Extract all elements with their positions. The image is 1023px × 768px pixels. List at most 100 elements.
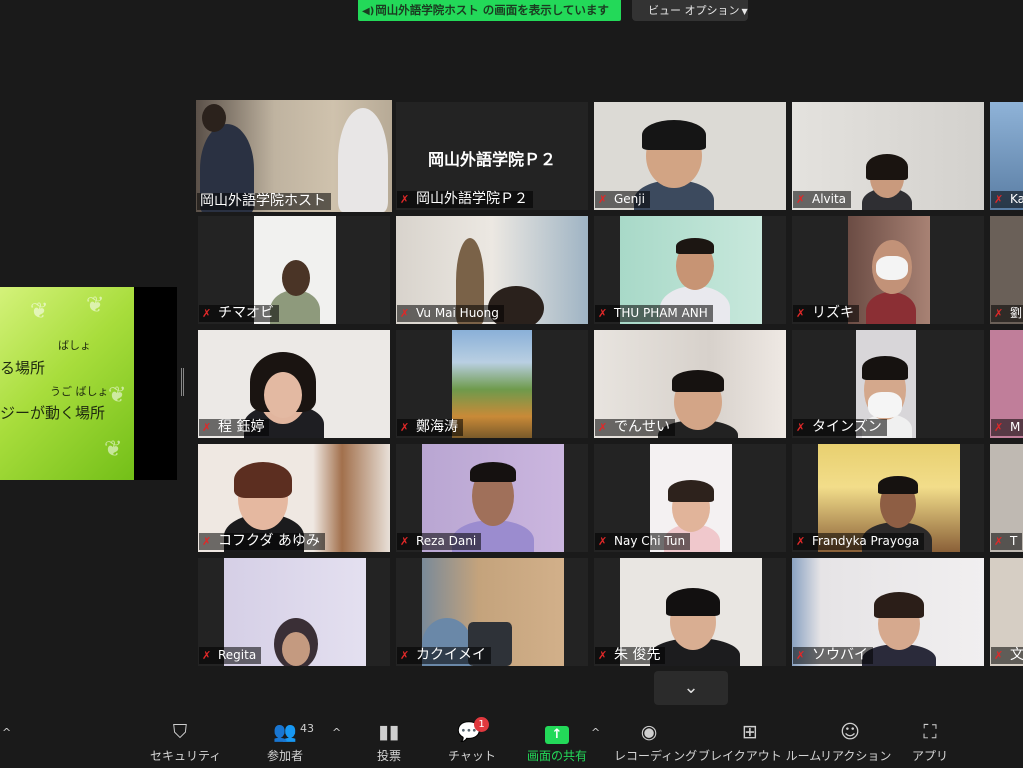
- muted-mic-icon: ✗: [994, 535, 1004, 548]
- person-silhouette: [866, 292, 916, 324]
- butterfly-decoration-icon: ❦: [86, 293, 105, 318]
- participant-tile[interactable]: ✗ Genji: [594, 102, 786, 210]
- participant-tile[interactable]: ✗ 文: [990, 558, 1023, 666]
- participant-name-tag: 岡山外語学院ホスト: [197, 193, 331, 210]
- muted-mic-icon: ✗: [598, 535, 608, 548]
- participant-name-tag: ✗ Vu Mai Huong: [397, 305, 504, 322]
- muted-mic-icon: ✗: [598, 649, 608, 662]
- participant-name: M: [1010, 420, 1021, 434]
- participant-tile[interactable]: ✗ Vu Mai Huong: [396, 216, 588, 324]
- person-silhouette: [470, 462, 516, 482]
- security-button[interactable]: ⛉ セキュリティ: [150, 720, 221, 764]
- view-options-label: ビュー オプション: [648, 4, 740, 17]
- person-silhouette: [264, 372, 302, 418]
- person-silhouette: [668, 480, 714, 502]
- participant-name-tag: ✗ コフクダ あゆみ: [199, 533, 325, 550]
- participant-tile[interactable]: ✗ THU PHAM ANH: [594, 216, 786, 324]
- muted-mic-icon: ✗: [796, 649, 806, 662]
- participant-name: Ka: [1010, 192, 1023, 206]
- participant-name: T: [1010, 534, 1018, 548]
- participant-tile[interactable]: ✗ Reza Dani: [396, 444, 588, 552]
- participant-name-tag: ✗ チマオビ: [199, 305, 279, 322]
- scroll-down-button[interactable]: ⌄: [654, 671, 728, 705]
- shield-icon: ⛉: [172, 721, 188, 743]
- participant-name-tag: ✗ Reza Dani: [397, 533, 482, 550]
- participant-tile[interactable]: ✗ Frandyka Prayoga: [792, 444, 984, 552]
- muted-mic-icon: ✗: [202, 649, 212, 662]
- participant-tile[interactable]: ✗ 朱 俊先: [594, 558, 786, 666]
- participant-tile[interactable]: ✗ 鄭海涛: [396, 330, 588, 438]
- person-silhouette: [666, 588, 720, 616]
- person-silhouette: [282, 632, 310, 666]
- reactions-button[interactable]: ☺ リアクション: [820, 720, 891, 764]
- muted-mic-icon: ✗: [796, 307, 806, 320]
- breakout-rooms-label: ブレイクアウト ルーム: [698, 749, 822, 763]
- participant-tile[interactable]: ✗ Ka: [990, 102, 1023, 210]
- muted-mic-icon: ✗: [994, 307, 1004, 320]
- participant-name: THU PHAM ANH: [614, 306, 708, 320]
- participant-tile[interactable]: ✗ リズキ: [792, 216, 984, 324]
- participant-tile[interactable]: ✗ M: [990, 330, 1023, 438]
- record-button[interactable]: ◉ レコーディング: [614, 720, 698, 764]
- view-options-button[interactable]: ビュー オプション ▼: [632, 0, 748, 21]
- participant-name: チマオビ: [218, 305, 274, 321]
- muted-mic-icon: ✗: [994, 193, 1004, 206]
- participant-name-tag: ✗ T: [991, 533, 1023, 550]
- participant-count: 43: [300, 722, 314, 735]
- participant-name: でんせい: [614, 419, 670, 435]
- participant-tile[interactable]: ✗ コフクダ あゆみ: [198, 444, 390, 552]
- participant-name: 劉: [1010, 306, 1023, 320]
- participant-name-tag: ✗ THU PHAM ANH: [595, 305, 713, 322]
- person-silhouette: [874, 592, 924, 618]
- participant-tile[interactable]: ✗ カクイメイ: [396, 558, 588, 666]
- chevron-down-icon: ▼: [741, 7, 748, 16]
- participant-name: Genji: [614, 192, 645, 206]
- chevron-up-icon[interactable]: ^: [332, 726, 341, 739]
- participant-name-tag: ✗ 岡山外語学院Ｐ２: [397, 191, 533, 208]
- participant-name: Alvita: [812, 192, 847, 206]
- participant-name-tag: ✗ リズキ: [793, 305, 859, 322]
- shared-slide: ❦ ❦ ❦ ❦ ばしょ る場所 うご ばしょ ジーが動く場所: [0, 287, 134, 480]
- participant-name-tag: ✗ ソウバイ: [793, 647, 873, 664]
- zoom-meeting-window: ◀)岡山外語学院ホスト の画面を表示しています ビュー オプション ▼ ❦ ❦ ❦…: [0, 0, 1023, 768]
- participant-tile[interactable]: 岡山外語学院ホスト: [196, 100, 392, 212]
- record-label: レコーディング: [614, 749, 698, 763]
- participant-name: Reza Dani: [416, 534, 477, 548]
- person-silhouette: [202, 104, 226, 132]
- participant-tile[interactable]: ✗ Alvita: [792, 102, 984, 210]
- share-screen-icon: ↑: [524, 720, 590, 744]
- participants-label: 参加者: [266, 749, 303, 763]
- participant-name-tag: ✗ 程 鈺婷: [199, 419, 270, 436]
- participant-name-tag: ✗ Ka: [991, 191, 1023, 208]
- participant-tile[interactable]: ✗ ソウバイ: [792, 558, 984, 666]
- polls-button[interactable]: ▮▮ 投票: [370, 720, 408, 764]
- muted-mic-icon: ✗: [202, 421, 212, 434]
- muted-mic-icon: ✗: [400, 421, 410, 434]
- person-silhouette: [676, 238, 714, 254]
- person-silhouette: [862, 356, 908, 380]
- breakout-rooms-button[interactable]: ⊞ ブレイクアウト ルーム: [698, 720, 822, 764]
- chat-label: チャット: [448, 749, 496, 763]
- participant-video: [452, 330, 532, 438]
- participant-tile[interactable]: 岡山外語学院Ｐ２ ✗ 岡山外語学院Ｐ２: [396, 102, 588, 210]
- muted-mic-icon: ✗: [400, 535, 410, 548]
- muted-mic-icon: ✗: [796, 421, 806, 434]
- participant-tile[interactable]: ✗ 程 鈺婷: [198, 330, 390, 438]
- participant-name-tag: ✗ 劉: [991, 305, 1023, 322]
- participant-tile[interactable]: ✗ Regita: [198, 558, 390, 666]
- apps-button[interactable]: ⛶ アプリ: [912, 720, 948, 764]
- screen-share-banner: ◀)岡山外語学院ホスト の画面を表示しています: [358, 0, 621, 21]
- participant-tile[interactable]: ✗ Nay Chi Tun: [594, 444, 786, 552]
- share-screen-button[interactable]: ↑ 画面の共有: [524, 720, 590, 764]
- participant-tile[interactable]: ✗ 劉: [990, 216, 1023, 324]
- muted-mic-icon: ✗: [796, 193, 806, 206]
- chevron-up-icon[interactable]: ^: [2, 726, 11, 739]
- participant-tile[interactable]: ✗ タインズン: [792, 330, 984, 438]
- participant-tile[interactable]: ✗ T: [990, 444, 1023, 552]
- chevron-up-icon[interactable]: ^: [591, 726, 600, 739]
- participant-grid: 岡山外語学院ホスト 岡山外語学院Ｐ２ ✗ 岡山外語学院Ｐ２ ✗ Genji ✗ Alv…: [196, 100, 1023, 668]
- split-resize-handle[interactable]: [181, 368, 184, 396]
- muted-mic-icon: ✗: [202, 535, 212, 548]
- participant-tile[interactable]: ✗ チマオビ: [198, 216, 390, 324]
- participant-tile[interactable]: ✗ でんせい: [594, 330, 786, 438]
